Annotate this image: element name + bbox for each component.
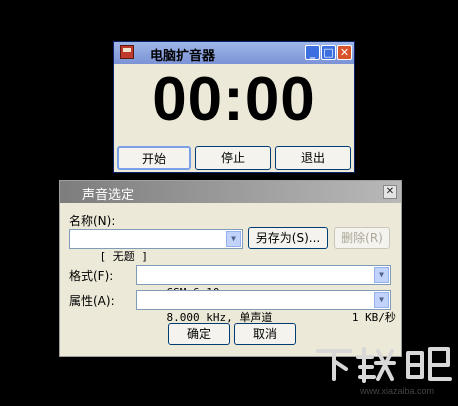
watermark-url: www.xiazaiba.com — [360, 386, 435, 396]
timer-display: 00:00 — [152, 65, 316, 134]
name-combo[interactable]: [ 无题 ] ▼ — [69, 229, 243, 263]
window-title: 电脑扩音器 — [150, 49, 216, 64]
chevron-down-icon[interactable]: ▼ — [374, 292, 389, 308]
app-icon — [120, 45, 134, 59]
start-button[interactable]: 开始 — [117, 146, 191, 170]
format-combo[interactable]: GSM 6.10 ▼ — [136, 265, 391, 299]
name-combo-value: [ 无题 ] — [99, 250, 149, 263]
chevron-down-icon[interactable]: ▼ — [374, 267, 389, 283]
stop-button[interactable]: 停止 — [195, 146, 271, 170]
attributes-combo[interactable]: 8.000 kHz, 单声道 1 KB/秒 ▼ — [136, 290, 396, 324]
save-as-button[interactable]: 另存为(S)... — [248, 227, 328, 249]
ok-button[interactable]: 确定 — [168, 323, 230, 345]
dialog-title: 声音选定 — [82, 188, 135, 203]
delete-button[interactable]: 删除(R) — [334, 227, 390, 249]
dialog-close-button[interactable]: ✕ — [383, 185, 397, 199]
format-label: 格式(F): — [69, 269, 114, 283]
exit-button[interactable]: 退出 — [275, 146, 351, 170]
watermark-logo — [312, 343, 456, 385]
sound-selection-dialog: 声音选定 ✕ 名称(N): [ 无题 ] ▼ 另存为(S)... 删除(R) 格… — [59, 180, 402, 357]
minimize-button[interactable]: _ — [305, 45, 320, 60]
cancel-button[interactable]: 取消 — [234, 323, 296, 345]
chevron-down-icon[interactable]: ▼ — [226, 231, 241, 247]
dialog-title-bar[interactable]: 声音选定 ✕ — [60, 181, 401, 203]
maximize-button[interactable]: □ — [321, 45, 336, 60]
attributes-label: 属性(A): — [69, 294, 115, 308]
name-label: 名称(N): — [69, 214, 116, 228]
timer-window: 电脑扩音器 _ □ ✕ 00:00 开始 停止 退出 — [113, 41, 355, 173]
watermark-logo-icon — [316, 347, 452, 383]
close-button[interactable]: ✕ — [337, 45, 352, 60]
title-bar[interactable]: 电脑扩音器 _ □ ✕ — [114, 42, 354, 64]
